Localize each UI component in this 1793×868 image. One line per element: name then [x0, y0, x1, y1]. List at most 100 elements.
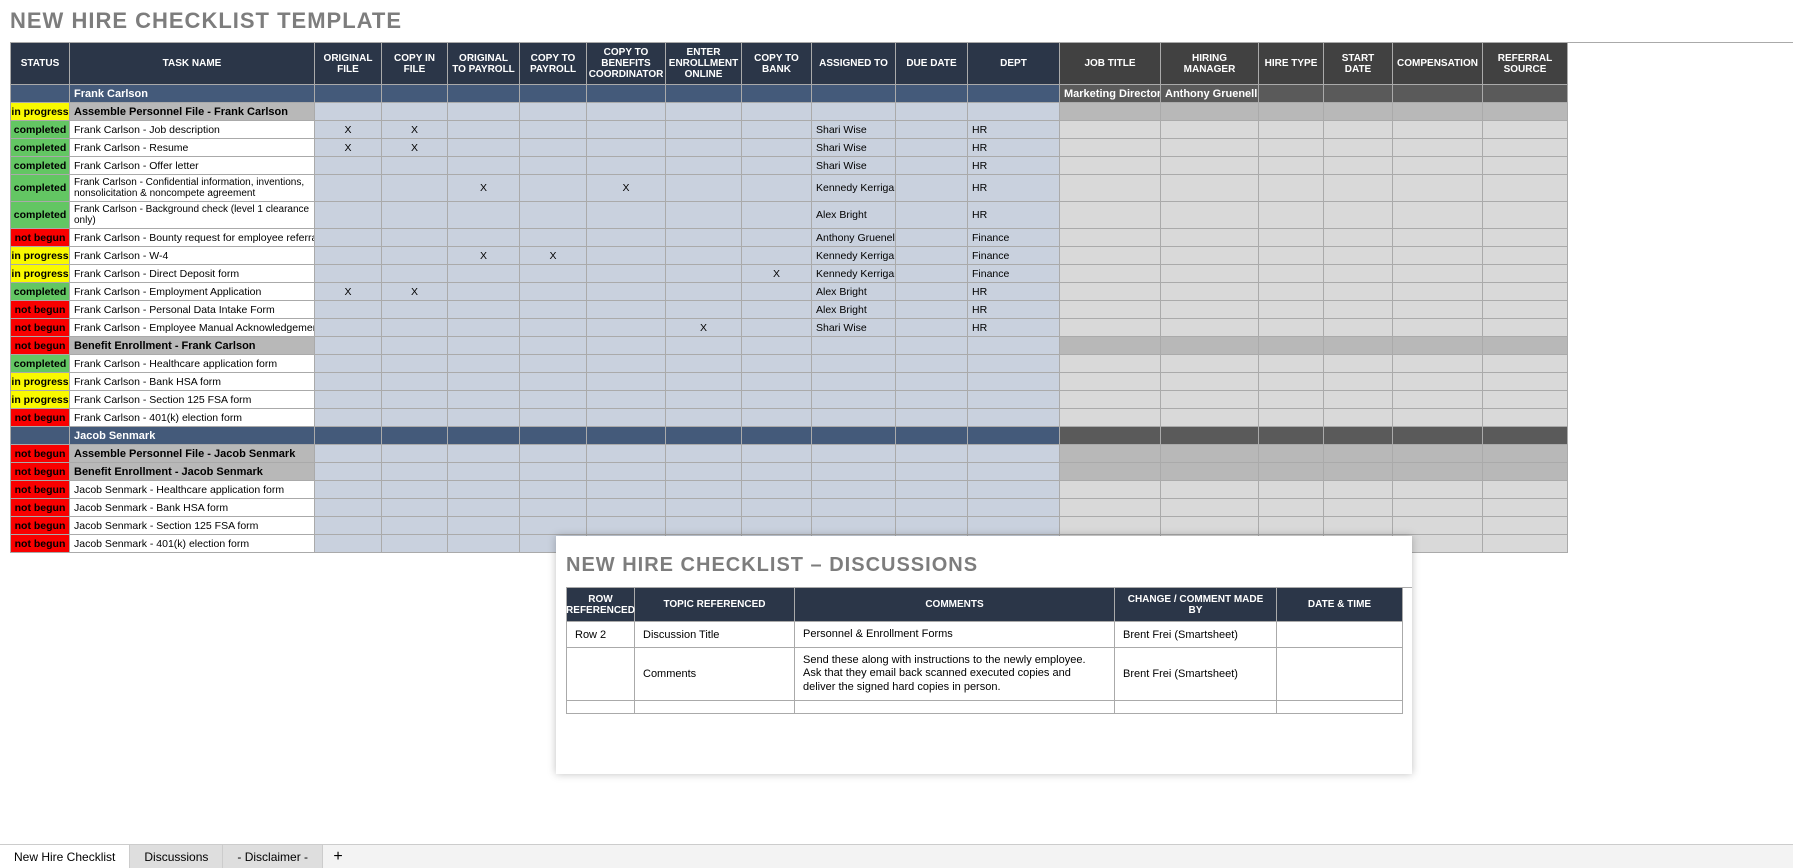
- grid-cell[interactable]: [448, 427, 520, 445]
- grid-cell[interactable]: [1483, 103, 1568, 121]
- check-cell[interactable]: [315, 499, 382, 517]
- check-cell[interactable]: [666, 391, 742, 409]
- check-cell[interactable]: [587, 121, 666, 139]
- check-cell[interactable]: [448, 499, 520, 517]
- dept-cell[interactable]: HR: [968, 157, 1060, 175]
- task-name-cell[interactable]: Frank Carlson - Employment Application: [70, 283, 315, 301]
- grid-cell[interactable]: [1060, 355, 1161, 373]
- check-cell[interactable]: [382, 157, 448, 175]
- check-cell[interactable]: [315, 535, 382, 553]
- status-cell[interactable]: not begun: [11, 229, 70, 247]
- check-cell[interactable]: [587, 409, 666, 427]
- due-date-cell[interactable]: [896, 121, 968, 139]
- check-cell[interactable]: X: [315, 283, 382, 301]
- due-date-cell[interactable]: [896, 265, 968, 283]
- status-cell[interactable]: in progress: [11, 373, 70, 391]
- grid-cell[interactable]: [448, 337, 520, 355]
- grid-cell[interactable]: [315, 427, 382, 445]
- due-date-cell[interactable]: [896, 373, 968, 391]
- grid-cell[interactable]: [1259, 283, 1324, 301]
- grid-cell[interactable]: [1161, 409, 1259, 427]
- grid-cell[interactable]: [1393, 175, 1483, 202]
- check-cell[interactable]: [315, 517, 382, 535]
- check-cell[interactable]: [742, 247, 812, 265]
- grid-cell[interactable]: [315, 445, 382, 463]
- status-cell[interactable]: not begun: [11, 301, 70, 319]
- dept-cell[interactable]: HR: [968, 139, 1060, 157]
- grid-cell[interactable]: [1259, 355, 1324, 373]
- assigned-to-cell[interactable]: Alex Bright: [812, 301, 896, 319]
- due-date-cell[interactable]: [896, 481, 968, 499]
- grid-cell[interactable]: [1483, 85, 1568, 103]
- check-cell[interactable]: X: [666, 319, 742, 337]
- dept-cell[interactable]: [968, 517, 1060, 535]
- grid-cell[interactable]: [1259, 202, 1324, 229]
- check-cell[interactable]: [315, 373, 382, 391]
- check-cell[interactable]: [315, 355, 382, 373]
- check-cell[interactable]: [742, 355, 812, 373]
- check-cell[interactable]: [382, 247, 448, 265]
- check-cell[interactable]: [742, 202, 812, 229]
- due-date-cell[interactable]: [896, 247, 968, 265]
- grid-cell[interactable]: [1483, 481, 1568, 499]
- grid-cell[interactable]: [315, 337, 382, 355]
- grid-cell[interactable]: [1060, 121, 1161, 139]
- grid-cell[interactable]: [896, 463, 968, 481]
- grid-cell[interactable]: [1393, 319, 1483, 337]
- check-cell[interactable]: [666, 175, 742, 202]
- status-cell[interactable]: not begun: [11, 535, 70, 553]
- due-date-cell[interactable]: [896, 157, 968, 175]
- grid-cell[interactable]: [1161, 517, 1259, 535]
- grid-cell[interactable]: [812, 427, 896, 445]
- grid-cell[interactable]: [1161, 175, 1259, 202]
- check-cell[interactable]: X: [315, 139, 382, 157]
- grid-cell[interactable]: [1483, 535, 1568, 553]
- grid-cell[interactable]: [587, 103, 666, 121]
- grid-cell[interactable]: [1161, 121, 1259, 139]
- tab-discussions[interactable]: Discussions: [130, 845, 223, 868]
- task-name-cell[interactable]: Jacob Senmark - 401(k) election form: [70, 535, 315, 553]
- check-cell[interactable]: [742, 499, 812, 517]
- grid-cell[interactable]: [1393, 157, 1483, 175]
- check-cell[interactable]: [666, 499, 742, 517]
- grid-cell[interactable]: [1393, 463, 1483, 481]
- check-cell[interactable]: [382, 202, 448, 229]
- check-cell[interactable]: [382, 265, 448, 283]
- check-cell[interactable]: [520, 139, 587, 157]
- grid-cell[interactable]: [1060, 319, 1161, 337]
- check-cell[interactable]: [520, 202, 587, 229]
- grid-cell[interactable]: [1324, 337, 1393, 355]
- grid-cell[interactable]: [812, 463, 896, 481]
- disc-row-ref[interactable]: [567, 701, 635, 714]
- grid-cell[interactable]: [666, 103, 742, 121]
- dept-cell[interactable]: [968, 481, 1060, 499]
- check-cell[interactable]: [448, 481, 520, 499]
- status-cell[interactable]: completed: [11, 121, 70, 139]
- assigned-to-cell[interactable]: Kennedy Kerrigan: [812, 175, 896, 202]
- grid-cell[interactable]: [812, 103, 896, 121]
- grid-cell[interactable]: [520, 85, 587, 103]
- grid-cell[interactable]: [742, 337, 812, 355]
- check-cell[interactable]: [448, 409, 520, 427]
- grid-cell[interactable]: [968, 427, 1060, 445]
- grid-cell[interactable]: [1161, 283, 1259, 301]
- assigned-to-cell[interactable]: Anthony Gruenelli: [812, 229, 896, 247]
- grid-cell[interactable]: [896, 103, 968, 121]
- grid-cell[interactable]: [1393, 247, 1483, 265]
- check-cell[interactable]: [520, 355, 587, 373]
- grid-cell[interactable]: [1324, 391, 1393, 409]
- check-cell[interactable]: [742, 481, 812, 499]
- task-name-cell[interactable]: Jacob Senmark - Healthcare application f…: [70, 481, 315, 499]
- grid-cell[interactable]: [1483, 121, 1568, 139]
- employee-name-cell[interactable]: Jacob Senmark: [70, 427, 315, 445]
- check-cell[interactable]: [315, 265, 382, 283]
- due-date-cell[interactable]: [896, 391, 968, 409]
- section-label-cell[interactable]: Benefit Enrollment - Jacob Senmark: [70, 463, 315, 481]
- grid-cell[interactable]: [1393, 265, 1483, 283]
- grid-cell[interactable]: [1393, 391, 1483, 409]
- check-cell[interactable]: [448, 202, 520, 229]
- grid-cell[interactable]: [1324, 445, 1393, 463]
- due-date-cell[interactable]: [896, 499, 968, 517]
- grid-cell[interactable]: [1393, 121, 1483, 139]
- grid-cell[interactable]: [448, 445, 520, 463]
